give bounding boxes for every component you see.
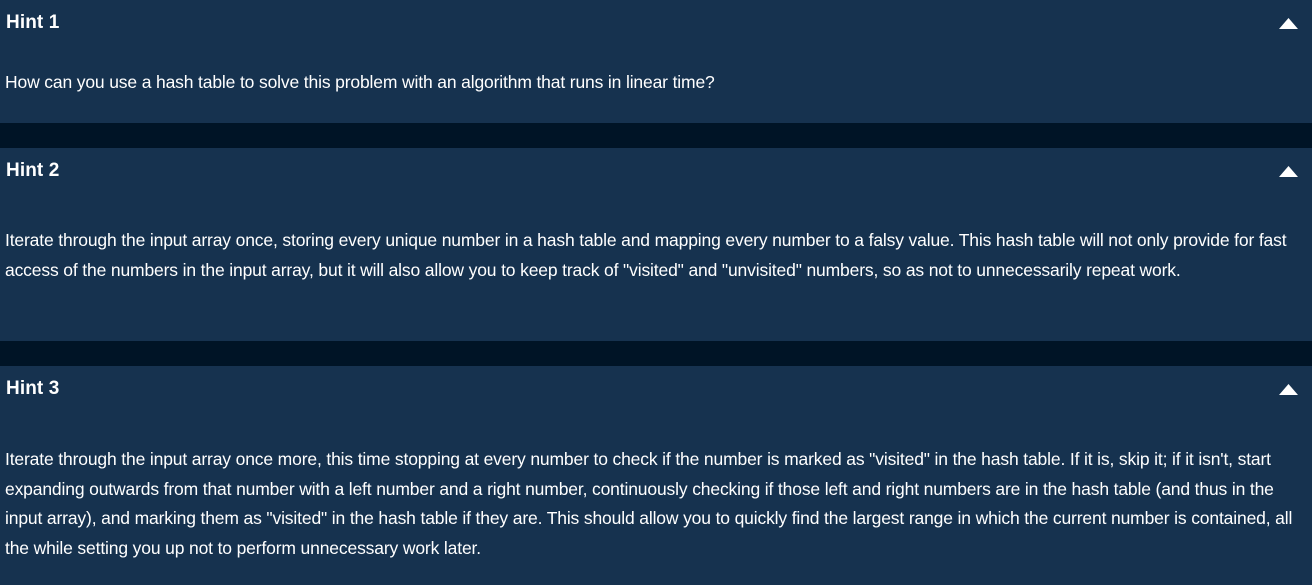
hint-3-title: Hint 3 bbox=[6, 378, 60, 399]
hint-2-header[interactable]: Hint 2 bbox=[0, 148, 1312, 194]
chevron-up-icon[interactable] bbox=[1279, 384, 1298, 395]
hints-list: Hint 1 How can you use a hash table to s… bbox=[0, 0, 1312, 585]
hint-1-header[interactable]: Hint 1 bbox=[0, 0, 1312, 46]
hint-2-panel: Hint 2 Iterate through the input array o… bbox=[0, 148, 1312, 341]
hint-1-panel: Hint 1 How can you use a hash table to s… bbox=[0, 0, 1312, 123]
hint-1-body: How can you use a hash table to solve th… bbox=[5, 72, 715, 92]
hint-3-header[interactable]: Hint 3 bbox=[0, 366, 1312, 412]
chevron-up-icon[interactable] bbox=[1279, 18, 1298, 29]
hint-3-panel: Hint 3 Iterate through the input array o… bbox=[0, 366, 1312, 585]
hint-2-body: Iterate through the input array once, st… bbox=[5, 230, 1287, 280]
hint-3-body: Iterate through the input array once mor… bbox=[5, 449, 1293, 558]
hint-1-title: Hint 1 bbox=[6, 12, 60, 33]
hint-2-title: Hint 2 bbox=[6, 160, 60, 181]
chevron-up-icon[interactable] bbox=[1279, 166, 1298, 177]
